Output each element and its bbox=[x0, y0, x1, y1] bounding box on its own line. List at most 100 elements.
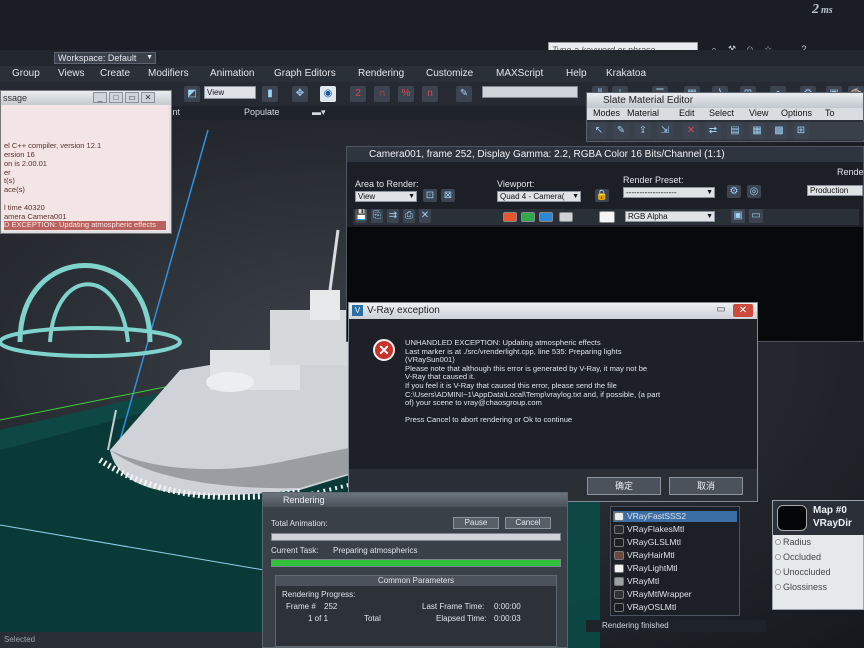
map-slot-unoccluded[interactable]: Unoccluded bbox=[775, 567, 831, 577]
save-image-icon[interactable]: 💾 bbox=[355, 209, 367, 223]
close-button[interactable]: ✕ bbox=[733, 304, 753, 317]
map-slot-radius[interactable]: Radius bbox=[775, 537, 811, 547]
slate-menu-tools[interactable]: To bbox=[825, 108, 835, 118]
listener-output[interactable]: el C++ compiler, version 12.1 ersion 16 … bbox=[1, 105, 169, 231]
pick-material-icon[interactable]: ✎ bbox=[613, 123, 629, 139]
material-name: VRayFastSSS2 bbox=[627, 511, 687, 521]
clear-icon[interactable]: ✕ bbox=[419, 209, 431, 223]
channel-dropdown[interactable]: RGB Alpha ▼ bbox=[625, 211, 715, 222]
close-button[interactable]: ✕ bbox=[141, 92, 155, 103]
slot-socket-icon[interactable] bbox=[775, 569, 781, 575]
listener-line bbox=[4, 107, 166, 116]
menu-help[interactable]: Help bbox=[566, 68, 587, 79]
slate-menu-modes[interactable]: Modes bbox=[593, 108, 620, 118]
delete-icon[interactable]: ✕ bbox=[683, 123, 699, 139]
slate-menu-edit[interactable]: Edit bbox=[679, 108, 695, 118]
snap-toggle-icon[interactable]: 2 bbox=[350, 86, 366, 102]
render-status-bar: Rendering finished bbox=[586, 620, 766, 632]
material-item[interactable]: VRayFlakesMtl bbox=[613, 524, 737, 535]
slate-menu-material[interactable]: Material bbox=[627, 108, 659, 118]
map-slot-occluded[interactable]: Occluded bbox=[775, 552, 821, 562]
frame-icon[interactable]: ▭ bbox=[749, 209, 763, 223]
ribbon-populate[interactable]: Populate bbox=[244, 107, 280, 117]
area-to-render-dropdown[interactable]: View ▼ bbox=[355, 191, 417, 202]
put-to-scene-icon[interactable]: ⇪ bbox=[635, 123, 651, 139]
menu-animation[interactable]: Animation bbox=[210, 68, 254, 79]
menu-group[interactable]: Group bbox=[12, 68, 40, 79]
move-children-icon[interactable]: ⇄ bbox=[705, 123, 721, 139]
material-item[interactable]: VRayGLSLMtl bbox=[613, 537, 737, 548]
menu-customize[interactable]: Customize bbox=[426, 68, 473, 79]
environment-icon[interactable]: ◎ bbox=[747, 185, 761, 198]
toggle-ui-icon[interactable]: ▣ bbox=[731, 209, 745, 223]
minimize-button[interactable]: _ bbox=[93, 92, 107, 103]
menu-maxscript[interactable]: MAXScript bbox=[496, 68, 543, 79]
material-item[interactable]: VRayFastSSS2 bbox=[613, 511, 737, 522]
spinner-snap-icon[interactable]: n bbox=[422, 86, 438, 102]
render-setup-icon[interactable]: ⚙ bbox=[727, 185, 741, 198]
copy-image-icon[interactable]: ⎘ bbox=[371, 209, 383, 223]
manipulate-icon[interactable]: ◉ bbox=[320, 86, 336, 102]
menu-rendering[interactable]: Rendering bbox=[358, 68, 404, 79]
minimize-icon[interactable]: ▭ bbox=[713, 304, 729, 317]
material-item[interactable]: VRayMtlWrapper bbox=[613, 589, 737, 600]
listener-error-line: D EXCEPTION: Updating atmospheric effect… bbox=[4, 221, 166, 231]
show-background-icon[interactable]: ▩ bbox=[771, 123, 787, 139]
material-item[interactable]: VRayOSLMtl bbox=[613, 602, 737, 613]
production-dropdown[interactable]: Production bbox=[807, 185, 863, 196]
slot-socket-icon[interactable] bbox=[775, 539, 781, 545]
named-selection-dropdown[interactable] bbox=[482, 86, 578, 98]
material-item[interactable]: VRayHairMtl bbox=[613, 550, 737, 561]
print-icon[interactable]: ⎙ bbox=[403, 209, 415, 223]
hide-unused-icon[interactable]: ▤ bbox=[727, 123, 743, 139]
edit-named-sets-icon[interactable]: ✎ bbox=[456, 86, 472, 102]
menu-modifiers[interactable]: Modifiers bbox=[148, 68, 189, 79]
viewport-dropdown[interactable]: Quad 4 - Camera(▼ bbox=[497, 191, 581, 202]
clone-frame-icon[interactable]: ⇉ bbox=[387, 209, 399, 223]
restore-button[interactable]: ▭ bbox=[125, 92, 139, 103]
render-preset-dropdown[interactable]: ------------------- ▼ bbox=[623, 187, 715, 198]
alpha-channel-toggle[interactable] bbox=[559, 212, 573, 222]
show-map-icon[interactable]: ▦ bbox=[749, 123, 765, 139]
slot-socket-icon[interactable] bbox=[775, 584, 781, 590]
menu-graph-editors[interactable]: Graph Editors bbox=[274, 68, 336, 79]
percent-snap-icon[interactable]: % bbox=[398, 86, 414, 102]
lock-icon[interactable]: 🔒 bbox=[595, 189, 609, 202]
menu-create[interactable]: Create bbox=[100, 68, 130, 79]
slate-menu-view[interactable]: View bbox=[749, 108, 768, 118]
workspace-dropdown[interactable]: Workspace: Default ▼ bbox=[54, 52, 156, 64]
slate-menu-options[interactable]: Options bbox=[781, 108, 812, 118]
ok-button[interactable]: 确定 bbox=[587, 477, 661, 495]
layout-icon[interactable]: ⊞ bbox=[793, 123, 809, 139]
select-tool-icon[interactable]: ↖ bbox=[591, 123, 607, 139]
color-swatch[interactable] bbox=[599, 211, 615, 223]
maximize-button[interactable]: □ bbox=[109, 92, 123, 103]
ribbon-options-icon[interactable]: ▬▾ bbox=[312, 107, 326, 118]
current-task-label: Current Task: bbox=[271, 546, 319, 555]
select-region-icon[interactable]: ◩ bbox=[184, 86, 200, 102]
slate-menu-select[interactable]: Select bbox=[709, 108, 734, 118]
reference-coord-dropdown[interactable]: View bbox=[204, 86, 256, 99]
blue-channel-toggle[interactable] bbox=[539, 212, 553, 222]
slot-socket-icon[interactable] bbox=[775, 554, 781, 560]
pause-button[interactable]: Pause bbox=[453, 517, 499, 529]
material-item[interactable]: VRayLightMtl bbox=[613, 563, 737, 574]
pivot-icon[interactable]: ▮ bbox=[262, 86, 278, 102]
material-browser-list: VRayFastSSS2 VRayFlakesMtl VRayGLSLMtl V… bbox=[610, 506, 740, 616]
channel-value: RGB Alpha bbox=[628, 212, 668, 221]
common-parameters-header[interactable]: Common Parameters bbox=[276, 576, 556, 586]
material-item[interactable]: VRayMtl bbox=[613, 576, 737, 587]
green-channel-toggle[interactable] bbox=[521, 212, 535, 222]
cancel-render-button[interactable]: Cancel bbox=[505, 517, 551, 529]
cancel-button[interactable]: 取消 bbox=[669, 477, 743, 495]
move-icon[interactable]: ✥ bbox=[292, 86, 308, 102]
map-slot-glossiness[interactable]: Glossiness bbox=[775, 582, 827, 592]
angle-snap-icon[interactable]: ∩ bbox=[374, 86, 390, 102]
assign-material-icon[interactable]: ⇲ bbox=[657, 123, 673, 139]
edit-region-icon[interactable]: ⊡ bbox=[423, 189, 437, 202]
map-node[interactable]: Map #0 VRayDir Radius Occluded Unocclude… bbox=[772, 500, 864, 610]
menu-views[interactable]: Views bbox=[58, 68, 85, 79]
red-channel-toggle[interactable] bbox=[503, 212, 517, 222]
menu-krakatoa[interactable]: Krakatoa bbox=[606, 68, 646, 79]
auto-region-icon[interactable]: ⊠ bbox=[441, 189, 455, 202]
